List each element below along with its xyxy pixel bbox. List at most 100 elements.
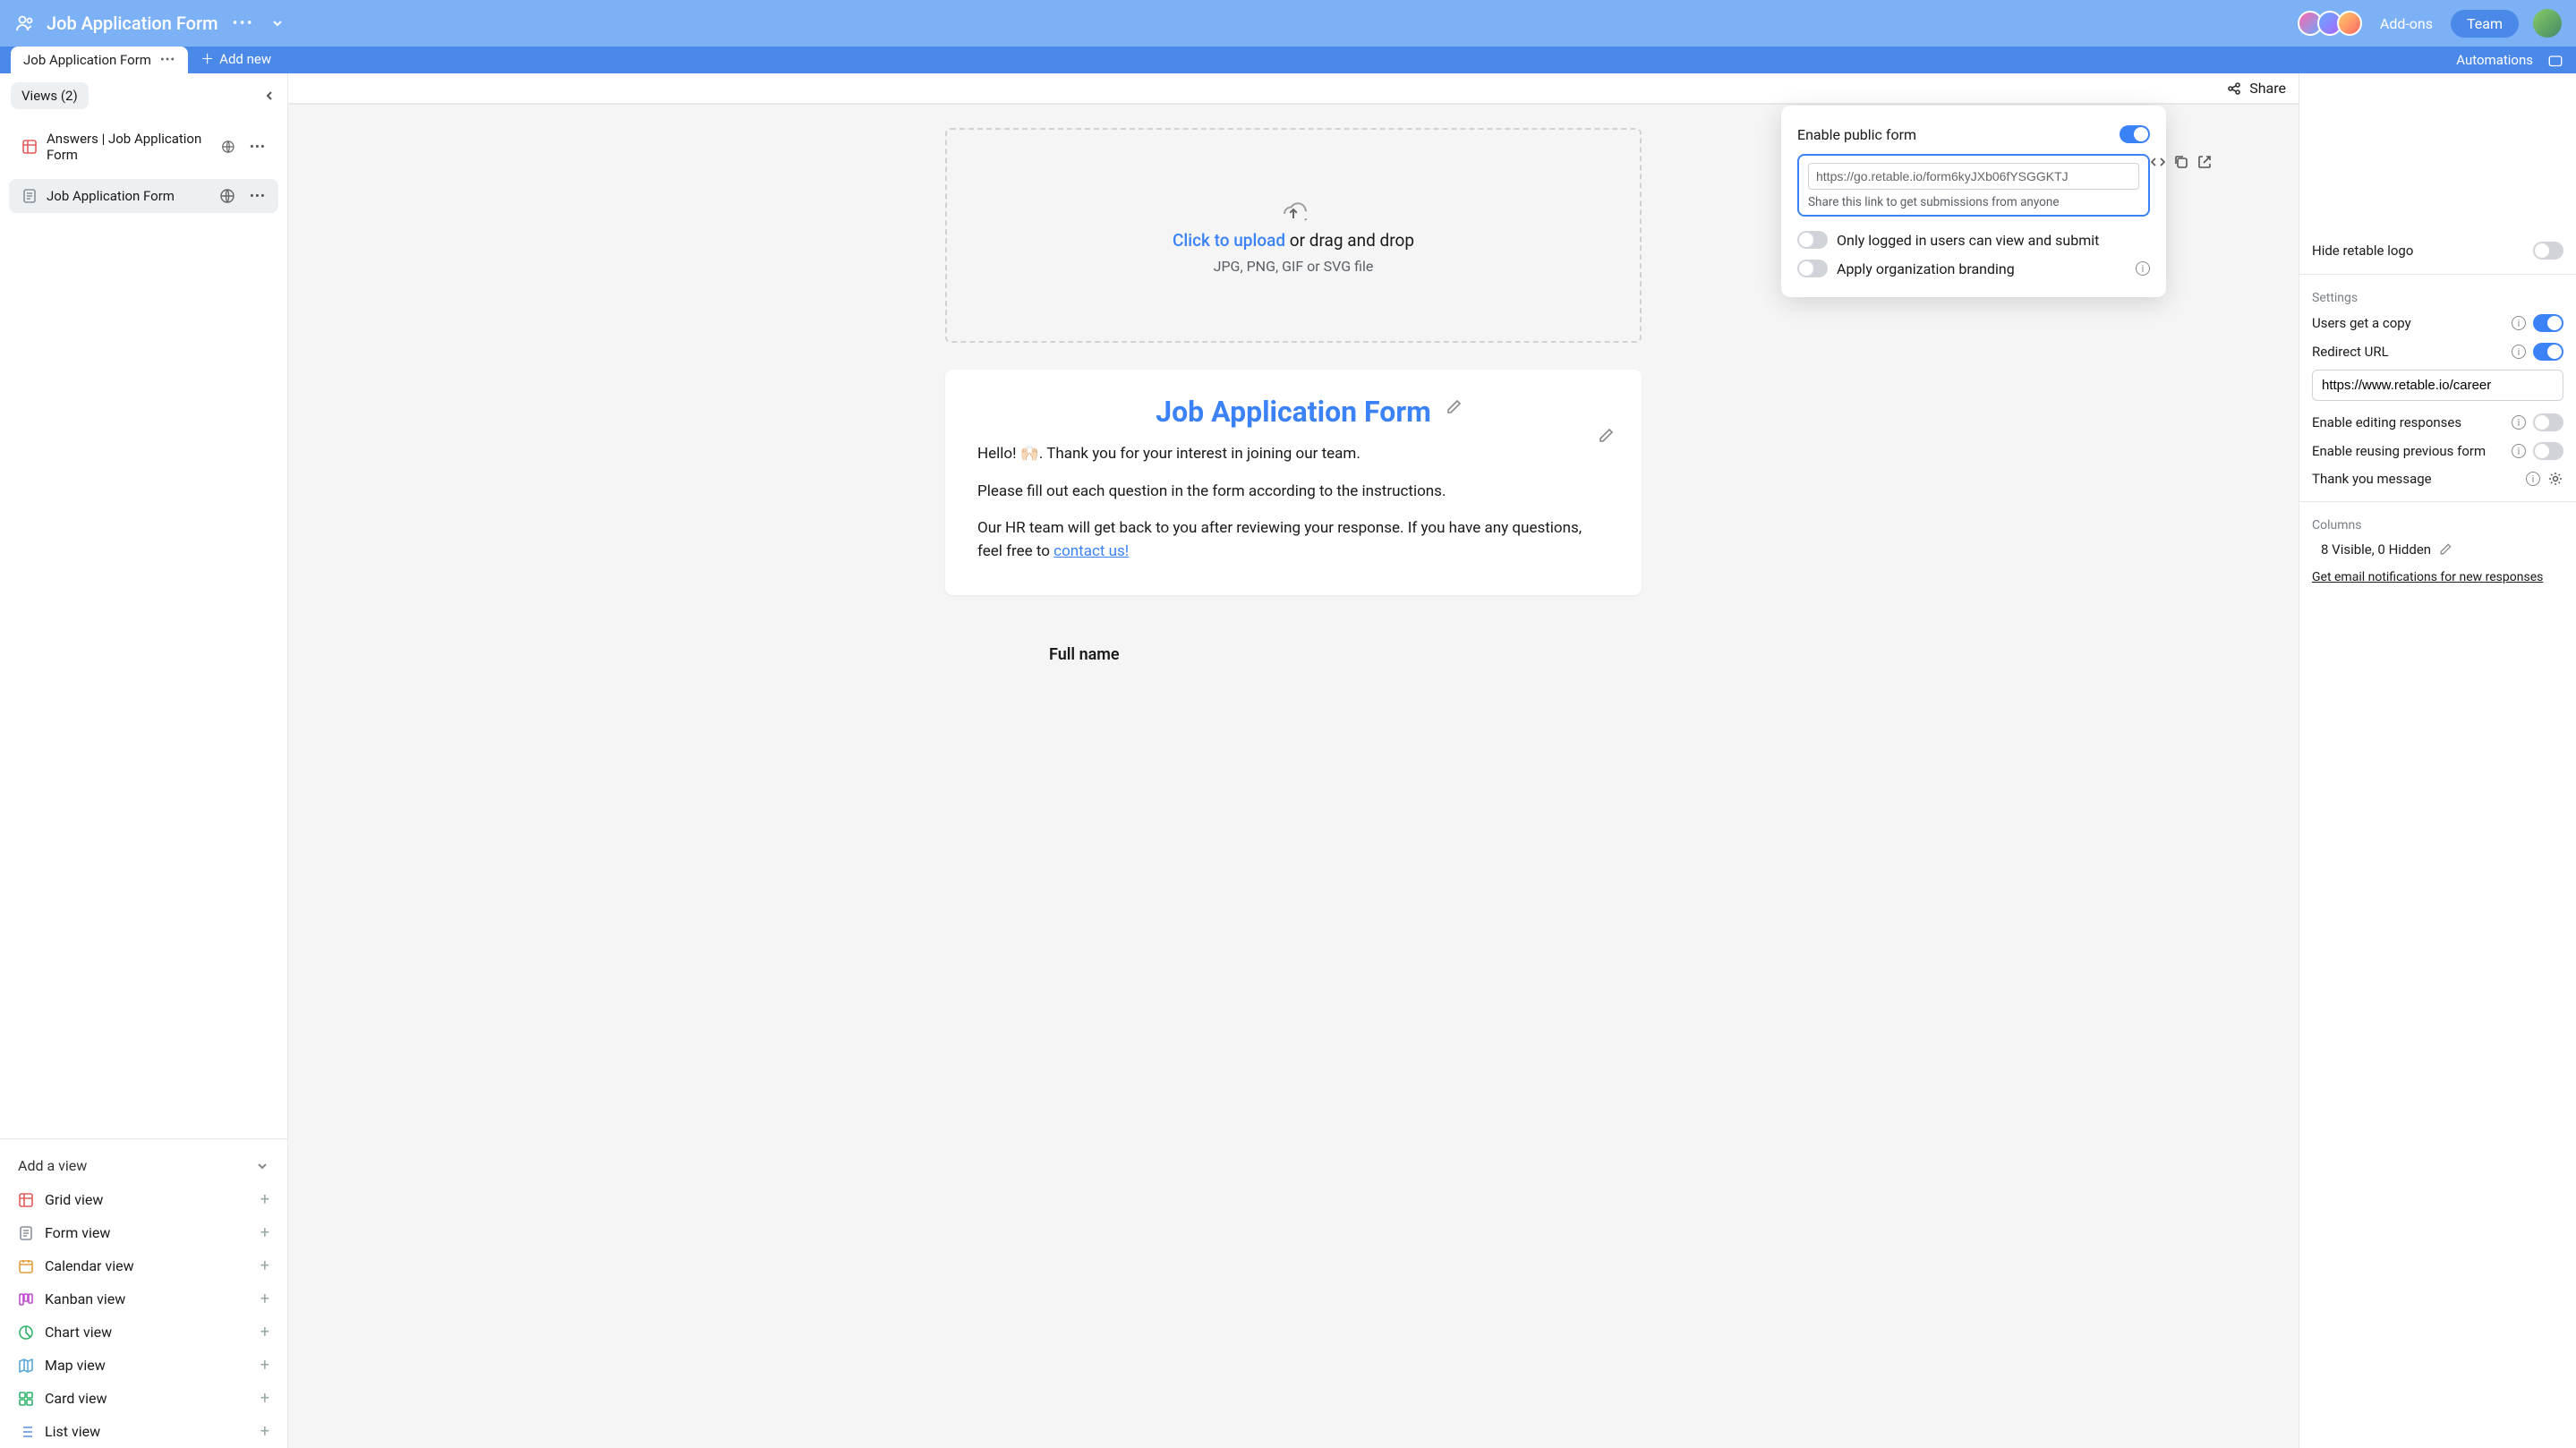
redirect-url-toggle[interactable]	[2533, 343, 2563, 361]
collaborator-avatars[interactable]	[2303, 11, 2362, 36]
automations-link[interactable]: Automations	[2456, 52, 2533, 73]
topbar: Job Application Form ••• Add-ons Team	[0, 0, 2576, 47]
content-area: Share Enable public form Share this link…	[288, 73, 2299, 1448]
form-title[interactable]: Job Application Form	[977, 395, 1609, 429]
form-header-card: Job Application Form Hello! 🙌🏻. Thank yo…	[945, 370, 1642, 595]
contact-link[interactable]: contact us!	[1053, 542, 1129, 560]
external-link-icon[interactable]	[2196, 154, 2213, 170]
add-calendar-view[interactable]: Calendar view+	[0, 1249, 287, 1282]
user-avatar[interactable]	[2533, 9, 2562, 38]
logged-in-toggle[interactable]	[1797, 231, 1828, 249]
copy-icon[interactable]	[2173, 154, 2189, 170]
add-grid-view[interactable]: Grid view+	[0, 1183, 287, 1216]
item-more-icon[interactable]: •••	[250, 188, 266, 204]
tab-label: Job Application Form	[23, 52, 151, 68]
map-icon	[18, 1358, 34, 1374]
upload-formats: JPG, PNG, GIF or SVG file	[1214, 258, 1374, 275]
chevron-down-icon	[255, 1159, 269, 1173]
plus-icon: +	[260, 1323, 269, 1342]
thankyou-label: Thank you message	[2312, 471, 2519, 487]
chat-icon[interactable]	[2546, 54, 2565, 73]
tabbar: Job Application Form ••• ＋ Add new Autom…	[0, 47, 2576, 73]
sidebar-item-answers[interactable]: Answers | Job Application Form •••	[9, 122, 278, 172]
calendar-icon	[18, 1258, 34, 1274]
views-chip[interactable]: Views (2)	[11, 82, 89, 109]
plus-icon: +	[260, 1356, 269, 1375]
plus-icon: +	[260, 1223, 269, 1242]
info-icon[interactable]: i	[2512, 415, 2526, 430]
plus-icon: +	[260, 1256, 269, 1275]
tab-active[interactable]: Job Application Form •••	[11, 47, 188, 73]
edit-description-icon[interactable]	[1597, 427, 1615, 445]
upload-link: Click to upload	[1173, 230, 1285, 251]
item-more-icon[interactable]: •••	[250, 139, 266, 155]
add-view-header[interactable]: Add a view	[0, 1148, 287, 1183]
addons-link[interactable]: Add-ons	[2380, 15, 2433, 32]
add-list-view[interactable]: List view+	[0, 1415, 287, 1448]
add-new-tab-button[interactable]: ＋ Add new	[200, 49, 271, 73]
card-icon	[18, 1391, 34, 1407]
embed-icon[interactable]	[2150, 154, 2166, 170]
form-icon	[18, 1225, 34, 1241]
upload-icon	[1280, 196, 1307, 223]
plus-icon: +	[260, 1290, 269, 1308]
branding-label: Apply organization branding	[1837, 260, 2127, 277]
info-icon[interactable]: i	[2136, 261, 2150, 276]
columns-heading: Columns	[2312, 511, 2563, 536]
info-icon[interactable]: i	[2512, 444, 2526, 458]
plus-icon: ＋	[200, 49, 214, 68]
editing-label: Enable editing responses	[2312, 414, 2504, 430]
share-link-input[interactable]	[1808, 163, 2139, 190]
add-kanban-view[interactable]: Kanban view+	[0, 1282, 287, 1316]
hide-logo-toggle[interactable]	[2533, 242, 2563, 260]
grid-icon	[18, 1192, 34, 1208]
workspace-title[interactable]: Job Application Form	[47, 13, 218, 34]
users-copy-toggle[interactable]	[2533, 314, 2563, 332]
info-icon[interactable]: i	[2512, 345, 2526, 359]
sidebar-item-form[interactable]: Job Application Form •••	[9, 179, 278, 213]
globe-icon	[219, 188, 235, 204]
edit-title-icon[interactable]	[1445, 398, 1463, 416]
list-icon	[18, 1424, 34, 1440]
people-icon	[14, 13, 36, 34]
form-description-1: Hello! 🙌🏻. Thank you for your interest i…	[977, 443, 1609, 466]
chart-icon	[18, 1324, 34, 1341]
gear-icon[interactable]	[2547, 471, 2563, 487]
topbar-more-icon[interactable]: •••	[233, 14, 254, 33]
share-button[interactable]: Share	[2249, 80, 2286, 97]
edit-columns-icon[interactable]	[2438, 542, 2452, 557]
sidebar: Views (2) Answers | Job Application Form…	[0, 73, 288, 1448]
info-icon[interactable]: i	[2526, 472, 2540, 486]
team-button[interactable]: Team	[2451, 10, 2519, 38]
branding-toggle[interactable]	[1797, 260, 1828, 277]
cover-upload-dropzone[interactable]: Click to upload or drag and drop JPG, PN…	[945, 128, 1642, 343]
add-map-view[interactable]: Map view+	[0, 1349, 287, 1382]
tab-more-icon[interactable]: •••	[160, 53, 175, 67]
reusing-label: Enable reusing previous form	[2312, 443, 2504, 459]
info-icon[interactable]: i	[2512, 316, 2526, 330]
add-card-view[interactable]: Card view+	[0, 1382, 287, 1415]
users-copy-label: Users get a copy	[2312, 315, 2504, 331]
add-chart-view[interactable]: Chart view+	[0, 1316, 287, 1349]
columns-stats: 8 Visible, 0 Hidden	[2321, 541, 2431, 558]
share-popover: Enable public form Share this link to ge…	[1781, 106, 2166, 297]
add-form-view[interactable]: Form view+	[0, 1216, 287, 1249]
enable-public-label: Enable public form	[1797, 126, 2111, 143]
grid-icon	[21, 139, 38, 155]
kanban-icon	[18, 1291, 34, 1307]
share-link-hint: Share this link to get submissions from …	[1808, 195, 2139, 209]
field-full-name-label: Full name	[945, 645, 1642, 664]
form-description-2: Please fill out each question in the for…	[977, 481, 1609, 504]
share-link-box: Share this link to get submissions from …	[1797, 154, 2150, 217]
chevron-down-icon[interactable]	[270, 16, 285, 30]
collapse-sidebar-icon[interactable]	[262, 89, 277, 103]
editing-toggle[interactable]	[2533, 413, 2563, 431]
form-description-3: Our HR team will get back to you after r…	[977, 517, 1609, 563]
plus-icon: +	[260, 1389, 269, 1408]
settings-heading: Settings	[2312, 284, 2563, 309]
hide-logo-label: Hide retable logo	[2312, 243, 2526, 259]
redirect-url-input[interactable]	[2312, 370, 2563, 401]
notifications-link[interactable]: Get email notifications for new response…	[2312, 570, 2543, 584]
reusing-toggle[interactable]	[2533, 442, 2563, 460]
enable-public-toggle[interactable]	[2120, 125, 2150, 143]
